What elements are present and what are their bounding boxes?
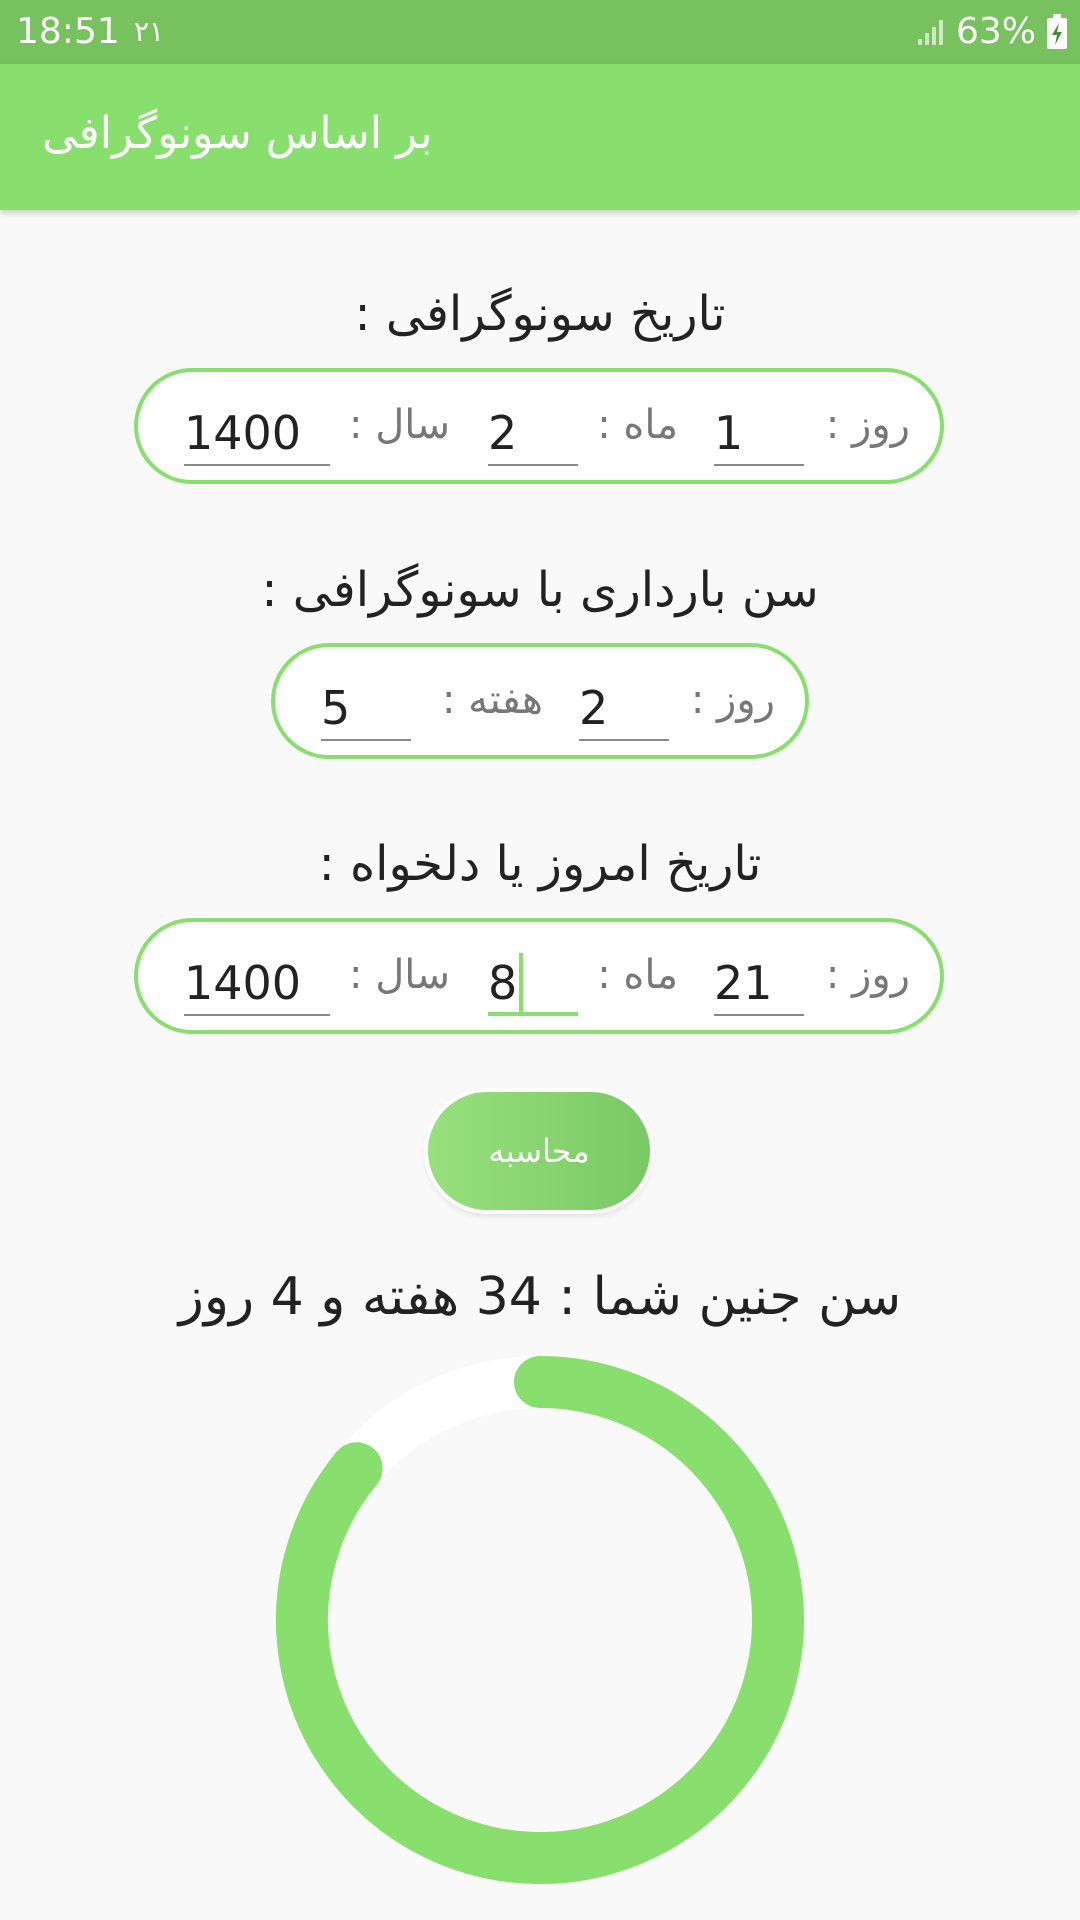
gestational-age-title: سن بارداری با سونوگرافی : xyxy=(261,562,819,618)
gestational-day-label: روز : xyxy=(690,677,775,723)
target-year-value: 1400 xyxy=(184,956,302,1010)
sonography-day-label: روز : xyxy=(825,402,910,448)
signal-icon xyxy=(917,20,943,45)
app-bar: بر اساس سونوگرافی xyxy=(0,64,1080,210)
target-day-label: روز : xyxy=(825,952,910,998)
target-month-value-wrap: 8 xyxy=(488,952,524,1017)
sonography-year-label: سال : xyxy=(349,402,450,448)
target-month-label: ماه : xyxy=(597,952,678,998)
app-title: بر اساس سونوگرافی xyxy=(42,108,433,159)
gestational-day-value: 2 xyxy=(579,681,609,735)
target-date-container: روز : 21 ماه : 8 سال : 1400 xyxy=(134,918,944,1034)
battery-charging-icon xyxy=(1047,14,1067,49)
result-text: سن جنین شما : 34 هفته و 4 روز xyxy=(178,1267,902,1327)
sonography-day-value: 1 xyxy=(714,406,744,460)
calculate-button[interactable]: محاسبه xyxy=(428,1092,650,1210)
sonography-year-input[interactable]: 1400 xyxy=(184,400,330,466)
status-bar: 18:51 ۲۱ 63% xyxy=(0,0,1080,64)
sonography-month-input[interactable]: 2 xyxy=(488,400,578,466)
status-right: 63% xyxy=(916,10,1068,54)
text-cursor xyxy=(519,952,524,1013)
gestational-day-input[interactable]: 2 xyxy=(579,675,669,741)
gestational-week-input[interactable]: 5 xyxy=(321,675,411,741)
sonography-date-title: تاریخ سونوگرافی : xyxy=(354,286,726,342)
target-year-input[interactable]: 1400 xyxy=(184,950,330,1016)
status-time: 18:51 xyxy=(16,11,120,52)
target-month-input[interactable]: 8 xyxy=(488,950,578,1016)
sonography-year-value: 1400 xyxy=(184,406,302,460)
sonography-month-label: ماه : xyxy=(597,402,678,448)
sonography-month-value: 2 xyxy=(488,406,518,460)
target-day-value: 21 xyxy=(714,956,773,1010)
target-day-input[interactable]: 21 xyxy=(714,950,804,1016)
progress-ring xyxy=(276,1356,804,1884)
battery-percent: 63% xyxy=(955,11,1036,52)
sonography-date-container: روز : 1 ماه : 2 سال : 1400 xyxy=(134,368,944,484)
target-year-label: سال : xyxy=(349,952,450,998)
status-date: ۲۱ xyxy=(134,15,165,48)
progress-arc xyxy=(276,1356,804,1884)
gestational-age-container: روز : 2 هفته : 5 xyxy=(271,643,809,759)
target-date-title: تاریخ امروز یا دلخواه : xyxy=(318,836,762,892)
sonography-day-input[interactable]: 1 xyxy=(714,400,804,466)
target-month-value: 8 xyxy=(488,956,518,1010)
gestational-week-label: هفته : xyxy=(441,677,543,723)
gestational-week-value: 5 xyxy=(321,681,351,735)
